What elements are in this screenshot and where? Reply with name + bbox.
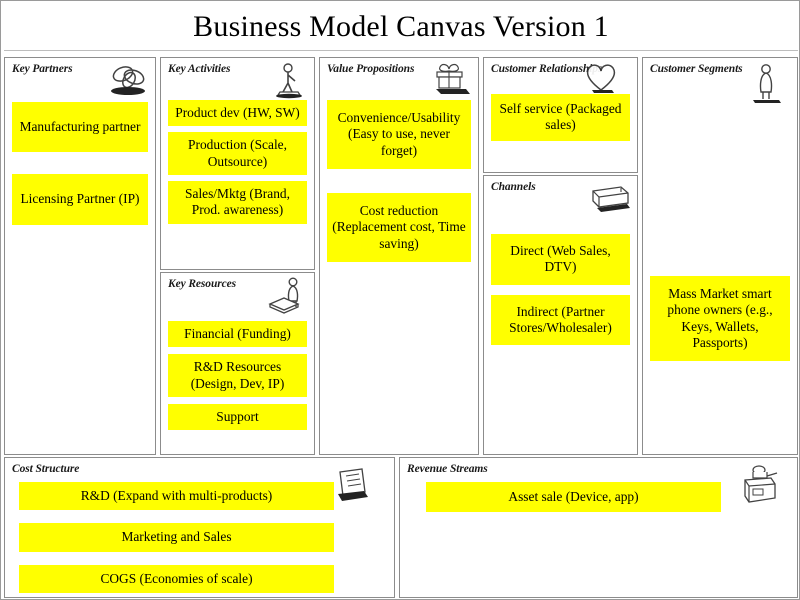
block-key-partners[interactable]: Key Partners Manufacturing partner Licen… xyxy=(4,57,156,455)
notes-key-resources: Financial (Funding) R&D Resources (Desig… xyxy=(168,321,307,431)
cash-register-icon xyxy=(735,464,781,508)
notes-customer-segments: Mass Market smart phone owners (e.g., Ke… xyxy=(650,276,790,362)
person-with-resources-icon xyxy=(264,276,310,314)
note-item[interactable]: Licensing Partner (IP) xyxy=(12,174,148,225)
note-item[interactable]: Marketing and Sales xyxy=(19,523,334,552)
note-item[interactable]: Manufacturing partner xyxy=(12,102,148,153)
linked-rings-icon xyxy=(105,61,151,99)
note-item[interactable]: Product dev (HW, SW) xyxy=(168,100,307,127)
note-item[interactable]: Asset sale (Device, app) xyxy=(426,482,721,513)
note-item[interactable]: Indirect (Partner Stores/Wholesaler) xyxy=(491,294,630,346)
note-item[interactable]: Convenience/Usability (Easy to use, neve… xyxy=(327,100,471,170)
canvas-title-bar: Business Model Canvas Version 1 xyxy=(4,3,798,51)
notes-channels: Direct (Web Sales, DTV) Indirect (Partne… xyxy=(491,234,630,346)
note-item[interactable]: Self service (Packaged sales) xyxy=(491,94,630,141)
note-item[interactable]: Support xyxy=(168,404,307,431)
delivery-truck-icon xyxy=(587,179,633,217)
block-customer-relationships[interactable]: Customer Relationships Self service (Pac… xyxy=(483,57,638,173)
note-item[interactable]: COGS (Economies of scale) xyxy=(19,564,334,594)
note-item[interactable]: R&D (Expand with multi-products) xyxy=(19,482,334,511)
block-header-key-resources: Key Resources xyxy=(168,278,237,290)
block-channels[interactable]: Channels Direct (Web Sales, DTV) Indirec… xyxy=(483,175,638,455)
standing-person-icon xyxy=(749,62,783,106)
business-model-canvas: Business Model Canvas Version 1 Key Part… xyxy=(0,0,800,600)
note-item[interactable]: Mass Market smart phone owners (e.g., Ke… xyxy=(650,276,790,362)
block-header-cost-structure: Cost Structure xyxy=(12,463,80,475)
block-header-revenue-streams: Revenue Streams xyxy=(407,463,488,475)
block-key-resources[interactable]: Key Resources Financial (Funding) R&D Re… xyxy=(160,272,315,455)
block-header-key-activities: Key Activities xyxy=(168,63,231,75)
note-item[interactable]: Cost reduction (Replacement cost, Time s… xyxy=(327,193,471,263)
block-customer-segments[interactable]: Customer Segments Mass Market smart phon… xyxy=(642,57,798,455)
notes-value-propositions: Convenience/Usability (Easy to use, neve… xyxy=(327,100,471,263)
note-item[interactable]: Direct (Web Sales, DTV) xyxy=(491,234,630,285)
worker-person-icon xyxy=(264,61,310,99)
block-value-propositions[interactable]: Value Propositions Convenience/Usability… xyxy=(319,57,479,455)
note-item[interactable]: Production (Scale, Outsource) xyxy=(168,132,307,176)
block-revenue-streams[interactable]: Revenue Streams Asset sale (Device, app) xyxy=(399,457,798,598)
note-item[interactable]: R&D Resources (Design, Dev, IP) xyxy=(168,354,307,398)
block-key-activities[interactable]: Key Activities Product dev (HW, SW) Prod… xyxy=(160,57,315,270)
block-header-channels: Channels xyxy=(491,181,536,193)
notes-customer-relationships: Self service (Packaged sales) xyxy=(491,94,630,141)
block-header-value-propositions: Value Propositions xyxy=(327,63,415,75)
block-header-key-partners: Key Partners xyxy=(12,63,73,75)
page-title: Business Model Canvas Version 1 xyxy=(193,9,609,43)
gift-box-icon xyxy=(428,61,474,99)
notes-cost-structure: R&D (Expand with multi-products) Marketi… xyxy=(19,482,334,594)
block-cost-structure[interactable]: Cost Structure R&D (Expand with multi-pr… xyxy=(4,457,395,598)
block-header-customer-segments: Customer Segments xyxy=(650,63,743,75)
notes-key-partners: Manufacturing partner Licensing Partner … xyxy=(12,102,148,225)
note-item[interactable]: Sales/Mktg (Brand, Prod. awareness) xyxy=(168,181,307,224)
notes-revenue-streams: Asset sale (Device, app) xyxy=(426,482,721,513)
notes-key-activities: Product dev (HW, SW) Production (Scale, … xyxy=(168,100,307,224)
heart-icon xyxy=(581,60,621,96)
note-item[interactable]: Financial (Funding) xyxy=(168,321,307,348)
